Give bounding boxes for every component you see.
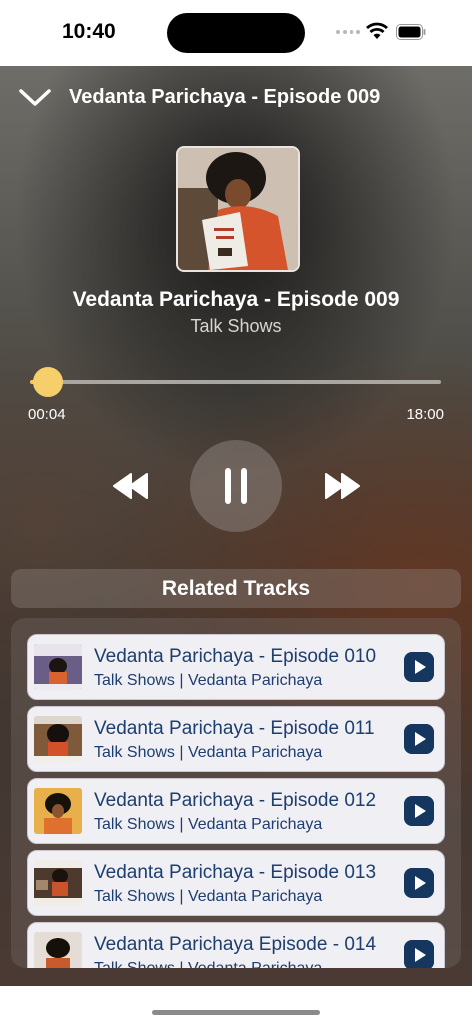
play-icon[interactable] [404,940,434,968]
related-track-title: Vedanta Parichaya - Episode 011 [94,718,375,739]
related-track-title: Vedanta Parichaya - Episode 010 [94,646,377,667]
progress-track[interactable] [46,380,441,384]
track-thumbnail [34,788,82,834]
related-tracks-title: Related Tracks [161,576,311,600]
chevron-down-icon[interactable] [18,86,52,110]
related-track-subtitle: Talk Shows | Vedanta Parichaya [94,960,322,968]
player-header: Vedanta Parichaya - Episode 009 [0,66,472,130]
header-title: Vedanta Parichaya - Episode 009 [69,86,381,108]
track-thumbnail [34,716,82,762]
track-title: Vedanta Parichaya - Episode 009 [72,288,400,311]
related-track-row[interactable]: Vedanta Parichaya Episode - 014 Talk Sho… [27,922,445,968]
track-thumbnail [34,932,82,968]
status-time: 10:40 [62,20,116,43]
related-track-title: Vedanta Parichaya - Episode 013 [94,862,377,883]
elapsed-time: 00:04 [28,406,66,423]
related-track-row[interactable]: Vedanta Parichaya - Episode 011 Talk Sho… [27,706,445,772]
album-artwork [176,146,300,272]
track-thumbnail [34,644,82,690]
related-track-row[interactable]: Vedanta Parichaya - Episode 010 Talk Sho… [27,634,445,700]
related-track-subtitle: Talk Shows | Vedanta Parichaya [94,888,323,905]
play-icon[interactable] [404,796,434,826]
pause-button[interactable] [190,440,282,532]
signal-icon [336,30,360,36]
now-playing-panel: Vedanta Parichaya - Episode 009 Vedanta … [0,66,472,986]
pause-icon [225,468,247,504]
rewind-icon[interactable] [111,469,151,503]
related-track-subtitle: Talk Shows | Vedanta Parichaya [94,744,323,761]
track-subtitle: Talk Shows [190,316,282,336]
play-icon[interactable] [404,652,434,682]
related-tracks-header: Related Tracks [11,569,461,608]
status-bar: 10:40 [0,0,472,66]
total-duration: 18:00 [406,406,444,423]
related-track-subtitle: Talk Shows | Vedanta Parichaya [94,816,323,833]
related-track-subtitle: Talk Shows | Vedanta Parichaya [94,672,323,689]
related-track-title: Vedanta Parichaya Episode - 014 [94,934,377,955]
home-indicator[interactable] [152,1010,320,1015]
track-thumbnail [34,860,82,906]
related-track-row[interactable]: Vedanta Parichaya - Episode 013 Talk Sho… [27,850,445,916]
play-icon[interactable] [404,868,434,898]
dynamic-island [167,13,305,53]
related-track-title: Vedanta Parichaya - Episode 012 [94,790,377,811]
related-tracks-list[interactable]: Vedanta Parichaya - Episode 010 Talk Sho… [11,618,461,968]
battery-icon [396,24,426,40]
fast-forward-icon[interactable] [322,469,362,503]
related-track-row[interactable]: Vedanta Parichaya - Episode 012 Talk Sho… [27,778,445,844]
progress-thumb[interactable] [32,367,63,397]
play-icon[interactable] [404,724,434,754]
wifi-icon [366,22,388,39]
